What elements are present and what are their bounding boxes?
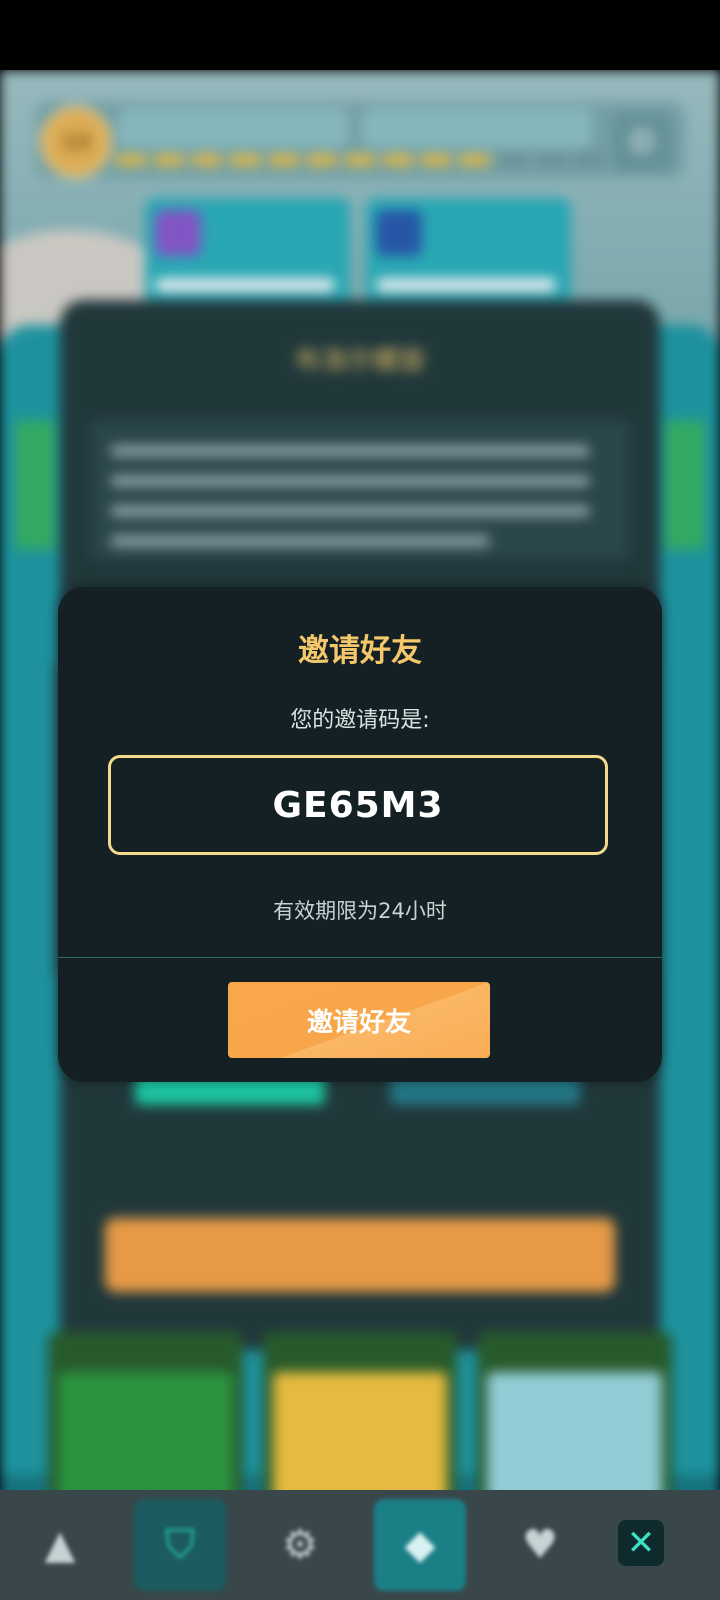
invite-friends-button[interactable]: 邀请好友 xyxy=(228,982,490,1058)
invite-code-value: GE65M3 xyxy=(272,784,444,826)
screen: 13 ⚙ 布洛尔螺旋 ▲ ⛉ ⚙ ◆ ♥ ✕ 邀请好友 您的邀请码是: GE65… xyxy=(0,0,720,1600)
modal-title: 邀请好友 xyxy=(298,633,422,669)
invite-modal: 邀请好友 您的邀请码是: GE65M3 有效期限为24小时 邀请好友 xyxy=(58,587,662,1082)
status-bar xyxy=(0,0,720,70)
gear-icon[interactable]: ⚙ xyxy=(254,1499,346,1591)
pyramid-icon[interactable]: ▲ xyxy=(14,1499,106,1591)
invite-code-label: 您的邀请码是: xyxy=(290,708,430,733)
validity-text: 有效期限为24小时 xyxy=(273,899,447,923)
divider xyxy=(58,957,662,958)
bottom-nav: ▲ ⛉ ⚙ ◆ ♥ xyxy=(0,1490,720,1600)
heart-icon[interactable]: ♥ xyxy=(494,1499,586,1591)
shield-icon[interactable]: ⛉ xyxy=(134,1499,226,1591)
invite-code-box[interactable]: GE65M3 xyxy=(108,755,608,855)
invite-button-label: 邀请好友 xyxy=(306,1007,411,1038)
close-icon: ✕ xyxy=(626,1523,656,1563)
diamond-icon[interactable]: ◆ xyxy=(374,1499,466,1591)
close-button[interactable]: ✕ xyxy=(618,1520,664,1566)
